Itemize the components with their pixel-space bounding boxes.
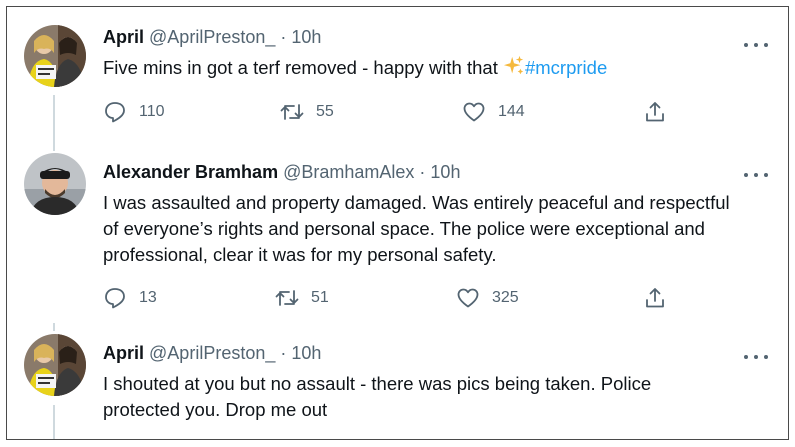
avatar[interactable] xyxy=(24,153,86,215)
tweet-actions: 110 55 144 xyxy=(103,98,664,126)
tweet-header: April @AprilPreston_ · 10h xyxy=(103,343,321,364)
hashtag-link[interactable]: #mcrpride xyxy=(525,57,607,78)
display-name[interactable]: Alexander Bramham xyxy=(103,162,278,182)
tweet-text: I shouted at you but no assault - there … xyxy=(103,373,652,420)
display-name[interactable]: April xyxy=(103,27,144,47)
handle[interactable]: @BramhamAlex xyxy=(283,162,414,182)
handle[interactable]: @AprilPreston_ xyxy=(149,343,275,363)
retweet-button[interactable]: 51 xyxy=(275,284,329,312)
timestamp[interactable]: · 10h xyxy=(419,162,460,182)
handle[interactable]: @AprilPreston_ xyxy=(149,27,275,47)
retweet-count: 55 xyxy=(316,103,334,120)
tweet[interactable]: April @AprilPreston_ · 10h I shouted at … xyxy=(7,327,788,439)
display-name[interactable]: April xyxy=(103,343,144,363)
like-button[interactable]: 325 xyxy=(456,284,519,312)
reply-button[interactable]: 13 xyxy=(103,284,157,312)
like-button[interactable]: 144 xyxy=(462,98,525,126)
like-count: 325 xyxy=(492,289,519,306)
share-button[interactable] xyxy=(643,98,679,126)
more-icon[interactable] xyxy=(744,35,768,55)
like-icon xyxy=(457,288,479,308)
share-button[interactable] xyxy=(643,284,679,312)
retweet-icon xyxy=(280,104,304,120)
reply-icon xyxy=(105,288,125,309)
tweet-text: I was assaulted and property damaged. Wa… xyxy=(103,192,730,265)
reply-button[interactable]: 110 xyxy=(103,98,165,126)
timestamp[interactable]: · 10h xyxy=(280,27,321,47)
reply-count: 13 xyxy=(139,289,157,306)
tweet-header: Alexander Bramham @BramhamAlex · 10h xyxy=(103,162,460,183)
avatar[interactable] xyxy=(24,25,86,87)
reply-icon xyxy=(105,102,125,123)
reply-count: 110 xyxy=(139,103,165,120)
tweet[interactable]: Alexander Bramham @BramhamAlex · 10h I w… xyxy=(7,147,788,327)
avatar[interactable] xyxy=(24,334,86,396)
share-icon xyxy=(646,288,664,308)
like-count: 144 xyxy=(498,103,525,120)
share-icon xyxy=(646,102,664,122)
tweet-thread: April @AprilPreston_ · 10h Five mins in … xyxy=(6,6,789,440)
tweet-text-content: Five mins in got a terf removed - happy … xyxy=(103,57,503,78)
tweet-actions: 13 51 325 xyxy=(103,284,664,312)
more-icon[interactable] xyxy=(744,347,768,367)
tweet[interactable]: April @AprilPreston_ · 10h Five mins in … xyxy=(7,7,788,147)
retweet-button[interactable]: 55 xyxy=(280,98,334,126)
more-icon[interactable] xyxy=(744,165,768,185)
retweet-count: 51 xyxy=(311,289,329,306)
tweet-header: April @AprilPreston_ · 10h xyxy=(103,27,321,48)
timestamp[interactable]: · 10h xyxy=(280,343,321,363)
retweet-icon xyxy=(275,290,299,306)
tweet-text: Five mins in got a terf removed - happy … xyxy=(103,55,743,81)
like-icon xyxy=(463,102,485,122)
sparkles-icon xyxy=(503,55,524,75)
